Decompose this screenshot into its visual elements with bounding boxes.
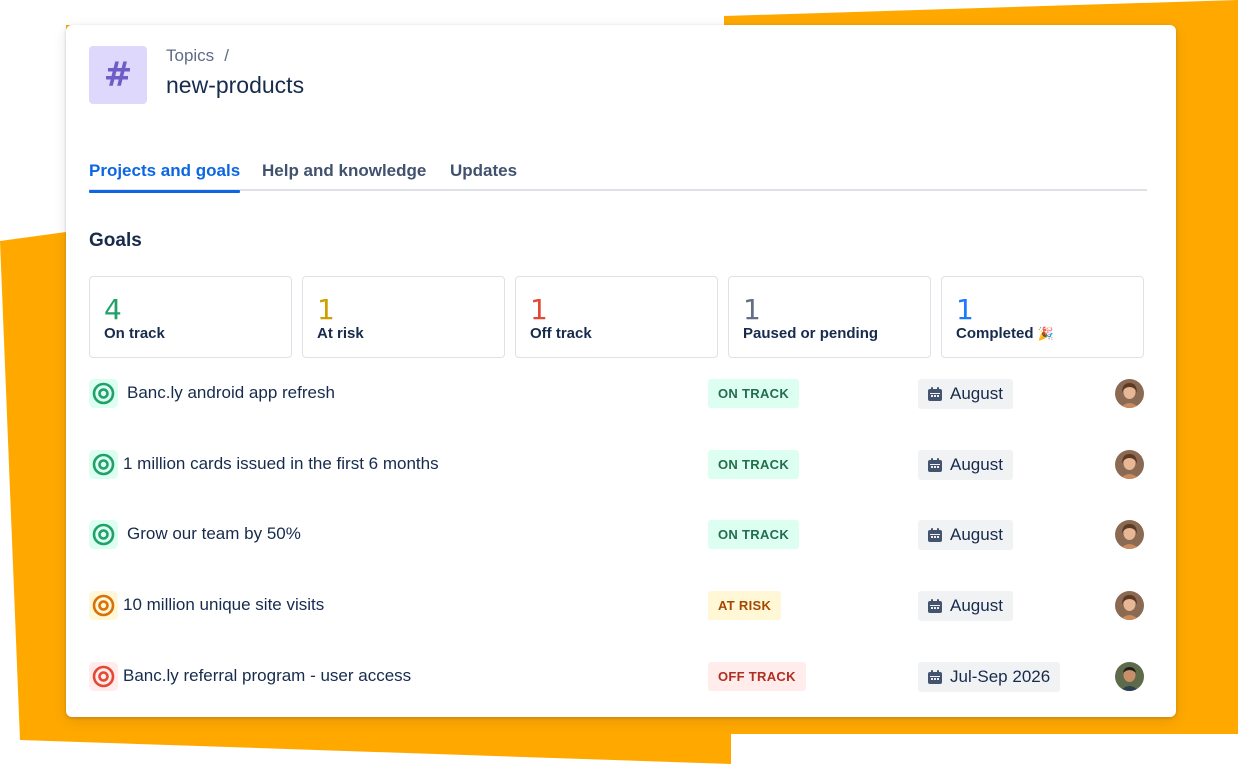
goals-heading: Goals xyxy=(89,230,142,251)
breadcrumb-separator: / xyxy=(224,46,229,65)
avatar[interactable] xyxy=(1115,450,1144,479)
topic-card: # Topics / new-products Projects and goa… xyxy=(66,25,1176,717)
tab-projects-and-goals[interactable]: Projects and goals xyxy=(89,161,241,193)
stat-card-at-risk[interactable]: 1 At risk xyxy=(302,276,505,358)
avatar[interactable] xyxy=(1115,379,1144,408)
tab-bar: Projects and goals Help and knowledge Up… xyxy=(89,159,1147,193)
stat-label: Paused or pending xyxy=(743,325,879,342)
stat-count: 1 xyxy=(743,293,761,326)
calendar-icon xyxy=(928,599,942,613)
due-date-chip[interactable]: Jul-Sep 2026 xyxy=(918,662,1061,692)
goal-row[interactable]: 1 million cards issued in the first 6 mo… xyxy=(89,445,1147,485)
due-date-chip[interactable]: August xyxy=(918,591,1013,621)
goal-target-icon xyxy=(89,662,118,691)
due-date-chip[interactable]: August xyxy=(918,379,1013,409)
goal-row[interactable]: Banc.ly android app refresh ON TRACK Aug… xyxy=(89,374,1147,414)
stat-count: 1 xyxy=(530,293,548,326)
party-popper-icon: 🎉 xyxy=(1037,326,1054,341)
status-lozenge: AT RISK xyxy=(708,591,782,620)
status-lozenge: ON TRACK xyxy=(708,450,800,479)
stat-label: At risk xyxy=(317,325,364,342)
due-date-text: August xyxy=(950,525,1003,544)
avatar[interactable] xyxy=(1115,662,1144,691)
goal-row[interactable]: Banc.ly referral program - user access O… xyxy=(89,657,1147,697)
breadcrumb-topics-link[interactable]: Topics xyxy=(166,46,214,66)
goal-name[interactable]: Banc.ly referral program - user access xyxy=(123,666,411,686)
goal-target-icon xyxy=(89,379,118,408)
calendar-icon xyxy=(928,458,942,472)
stat-card-off-track[interactable]: 1 Off track xyxy=(515,276,718,358)
due-date-chip[interactable]: August xyxy=(918,450,1013,480)
stat-card-completed[interactable]: 1 Completed 🎉 xyxy=(941,276,1144,358)
due-date-text: August xyxy=(950,596,1003,615)
calendar-icon xyxy=(928,528,942,542)
status-lozenge: ON TRACK xyxy=(708,379,800,408)
due-date-chip[interactable]: August xyxy=(918,520,1013,550)
stat-card-paused-or-pending[interactable]: 1 Paused or pending xyxy=(728,276,931,358)
stat-count: 1 xyxy=(317,293,335,326)
status-lozenge: ON TRACK xyxy=(708,520,800,549)
page-title: new-products xyxy=(166,72,305,98)
goal-target-icon xyxy=(89,520,118,549)
hash-icon: # xyxy=(89,46,147,104)
calendar-icon xyxy=(928,670,942,684)
breadcrumb: Topics / xyxy=(166,46,229,66)
stat-count: 4 xyxy=(104,293,122,326)
goal-row[interactable]: Grow our team by 50% ON TRACK August xyxy=(89,515,1147,555)
calendar-icon xyxy=(928,387,942,401)
goal-target-icon xyxy=(89,591,118,620)
avatar[interactable] xyxy=(1115,591,1144,620)
stat-card-on-track[interactable]: 4 On track xyxy=(89,276,292,358)
goal-target-icon xyxy=(89,450,118,479)
goal-row[interactable]: 10 million unique site visits AT RISK Au… xyxy=(89,586,1147,626)
stat-count: 1 xyxy=(956,293,974,326)
stat-label-text: Completed xyxy=(956,325,1034,342)
due-date-text: August xyxy=(950,384,1003,403)
goal-name[interactable]: 1 million cards issued in the first 6 mo… xyxy=(123,454,439,474)
stat-label: On track xyxy=(104,325,165,342)
due-date-text: Jul-Sep 2026 xyxy=(950,667,1051,686)
due-date-text: August xyxy=(950,455,1003,474)
stat-label: Completed 🎉 xyxy=(956,325,1054,342)
goal-name[interactable]: Banc.ly android app refresh xyxy=(127,383,335,403)
avatar[interactable] xyxy=(1115,520,1144,549)
stat-label: Off track xyxy=(530,325,592,342)
status-lozenge: OFF TRACK xyxy=(708,662,806,691)
tab-updates[interactable]: Updates xyxy=(450,161,517,191)
tab-help-and-knowledge[interactable]: Help and knowledge xyxy=(262,161,426,191)
goal-name[interactable]: 10 million unique site visits xyxy=(123,595,324,615)
goal-name[interactable]: Grow our team by 50% xyxy=(127,524,301,544)
